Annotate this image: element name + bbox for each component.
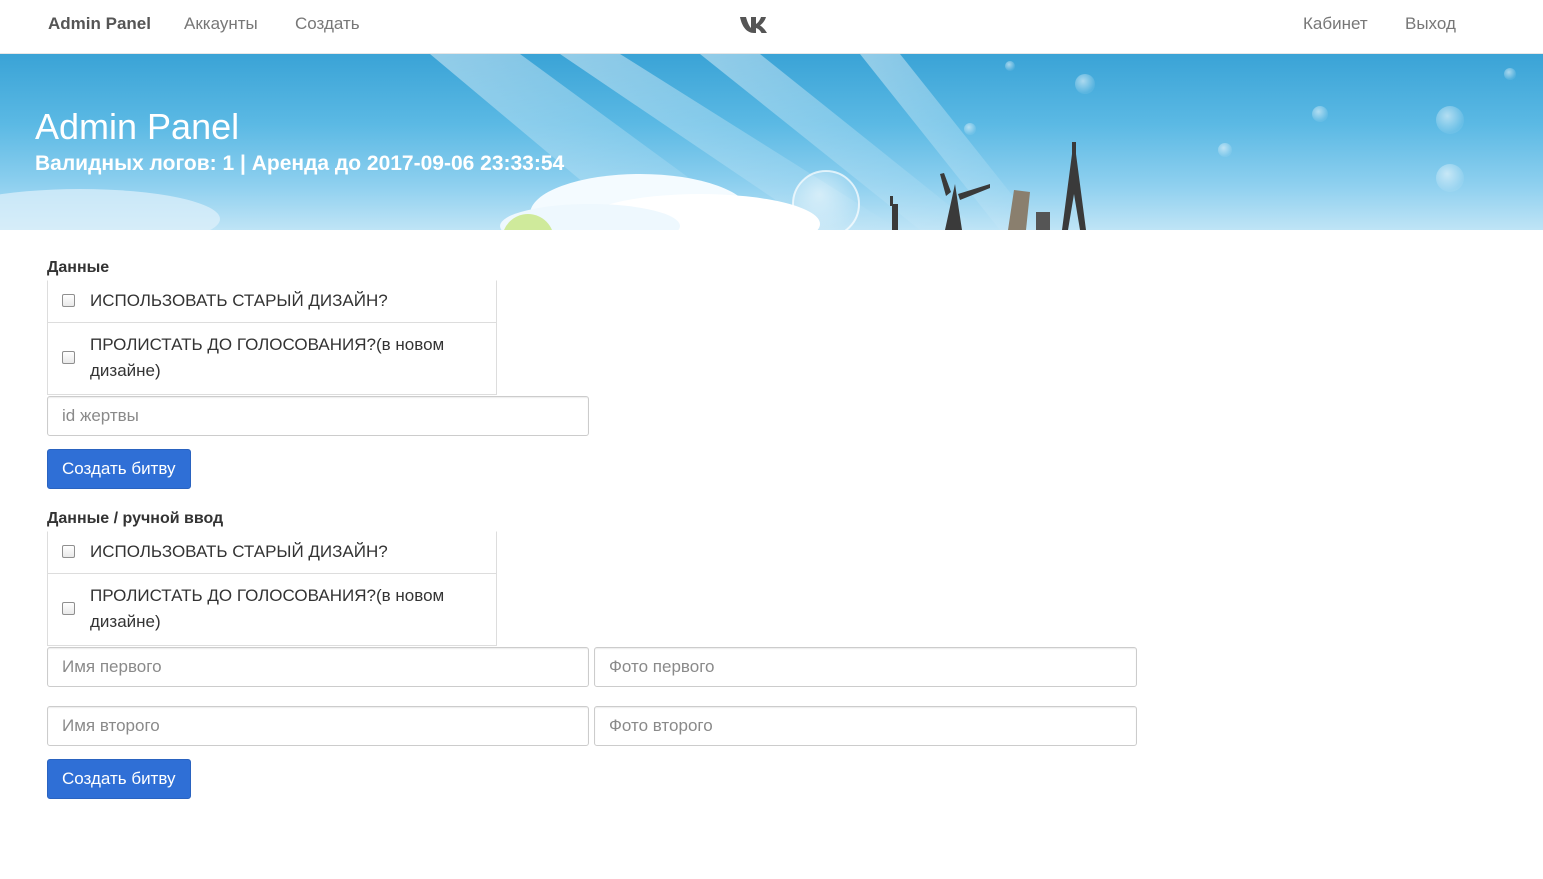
nav-link-create[interactable]: Создать [295, 14, 360, 34]
section-label-manual: Данные / ручной ввод [47, 510, 224, 527]
create-battle-button[interactable]: Создать битву [47, 449, 191, 489]
brand-link[interactable]: Admin Panel [48, 14, 151, 34]
option-old-design-manual[interactable]: ИСПОЛЬЗОВАТЬ СТАРЫЙ ДИЗАЙН? [47, 531, 497, 574]
nav-link-exit[interactable]: Выход [1405, 14, 1456, 34]
option-label: ИСПОЛЬЗОВАТЬ СТАРЫЙ ДИЗАЙН? [90, 542, 388, 561]
option-scroll-to-vote[interactable]: ПРОЛИСТАТЬ ДО ГОЛОСОВАНИЯ?(в новом дизай… [47, 323, 497, 395]
scroll-to-vote-checkbox-manual[interactable] [62, 602, 75, 615]
option-label: ПРОЛИСТАТЬ ДО ГОЛОСОВАНИЯ?(в новом дизай… [90, 586, 445, 631]
banner-title: Admin Panel [35, 106, 240, 147]
nav-link-cabinet[interactable]: Кабинет [1303, 14, 1368, 34]
nav-link-accounts[interactable]: Аккаунты [184, 14, 258, 34]
first-name-input[interactable] [47, 647, 589, 687]
top-navbar: Admin Panel Аккаунты Создать Кабинет Вых… [0, 0, 1543, 54]
options-list-auto: ИСПОЛЬЗОВАТЬ СТАРЫЙ ДИЗАЙН? ПРОЛИСТАТЬ Д… [47, 280, 497, 395]
option-old-design[interactable]: ИСПОЛЬЗОВАТЬ СТАРЫЙ ДИЗАЙН? [47, 280, 497, 323]
victim-id-input[interactable] [47, 396, 589, 436]
scroll-to-vote-checkbox[interactable] [62, 351, 75, 364]
options-list-manual: ИСПОЛЬЗОВАТЬ СТАРЫЙ ДИЗАЙН? ПРОЛИСТАТЬ Д… [47, 531, 497, 646]
option-label: ИСПОЛЬЗОВАТЬ СТАРЫЙ ДИЗАЙН? [90, 291, 388, 310]
old-design-checkbox-manual[interactable] [62, 545, 75, 558]
option-label: ПРОЛИСТАТЬ ДО ГОЛОСОВАНИЯ?(в новом дизай… [90, 335, 445, 380]
header-banner: Admin Panel Валидных логов: 1 | Аренда д… [0, 54, 1543, 230]
first-photo-input[interactable] [594, 647, 1137, 687]
section-label-data: Данные [47, 259, 110, 276]
vk-logo-icon[interactable] [739, 14, 771, 36]
old-design-checkbox[interactable] [62, 294, 75, 307]
second-photo-input[interactable] [594, 706, 1137, 746]
create-battle-manual-button[interactable]: Создать битву [47, 759, 191, 799]
option-scroll-to-vote-manual[interactable]: ПРОЛИСТАТЬ ДО ГОЛОСОВАНИЯ?(в новом дизай… [47, 574, 497, 646]
second-name-input[interactable] [47, 706, 589, 746]
banner-subtitle: Валидных логов: 1 | Аренда до 2017-09-06… [35, 152, 565, 175]
